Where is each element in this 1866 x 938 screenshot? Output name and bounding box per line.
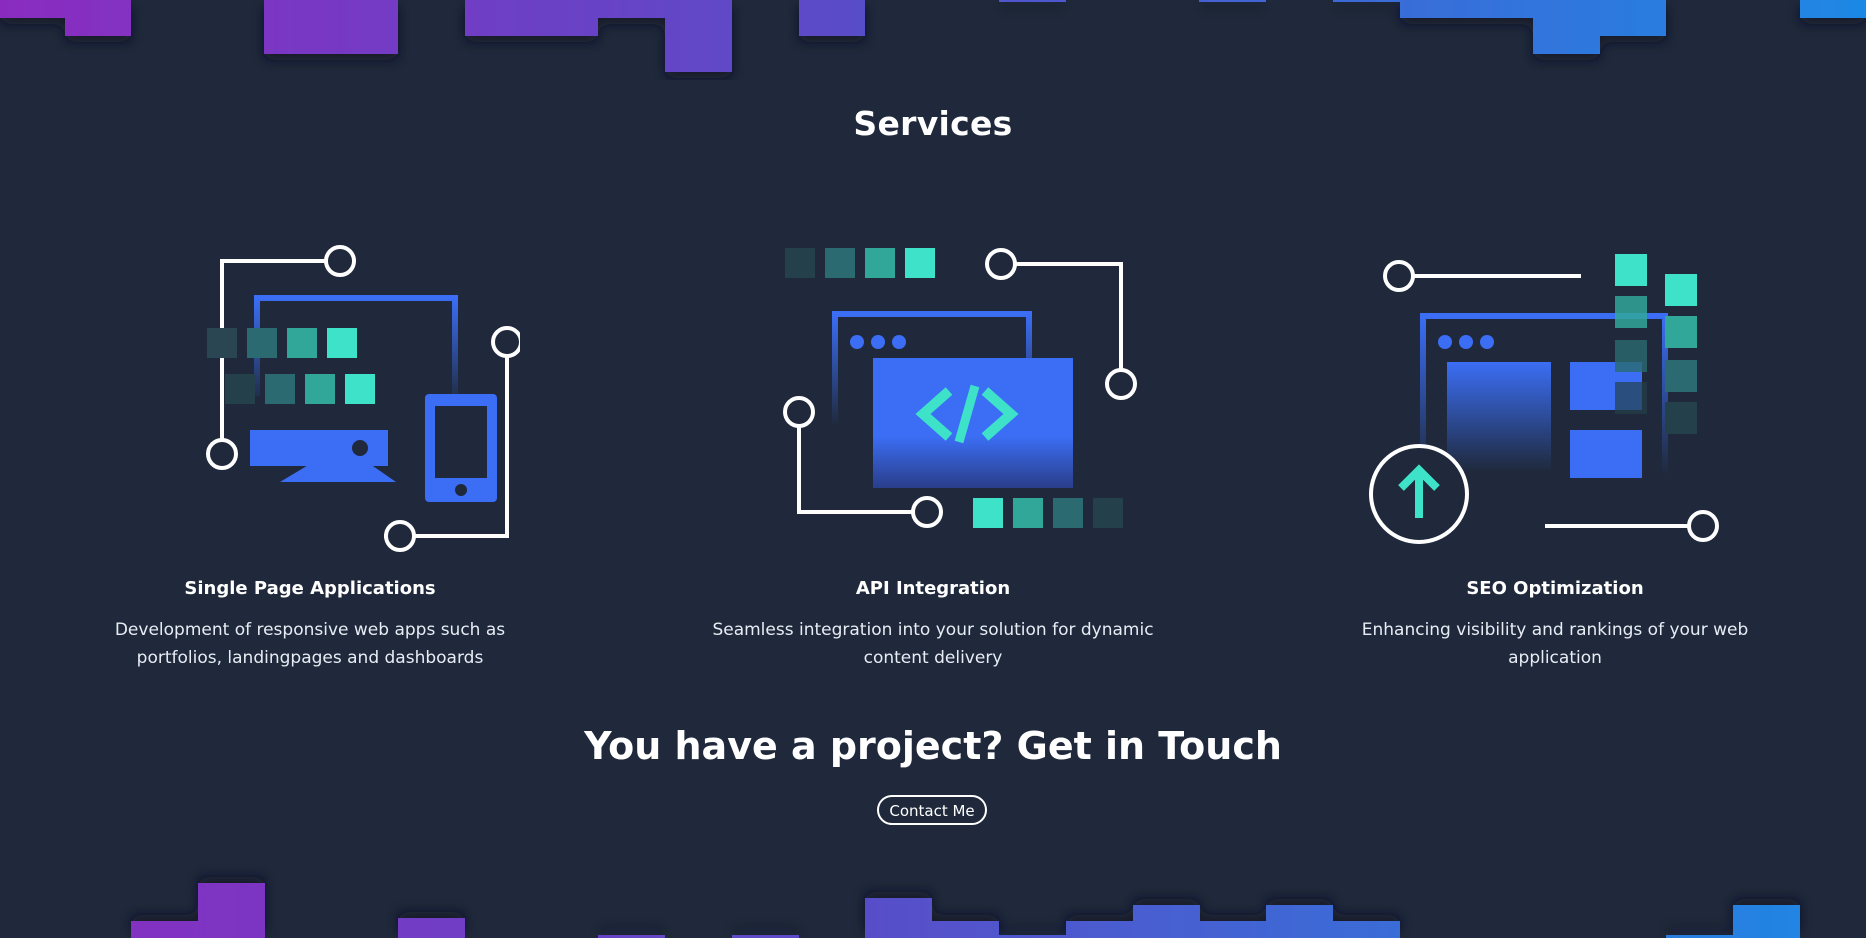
top-pixel-decoration <box>0 0 1866 80</box>
service-card-seo: SEO Optimization Enhancing visibility an… <box>1275 236 1835 668</box>
bottom-pixel-decoration <box>0 858 1866 938</box>
service-card-spa: Single Page Applications Development of … <box>30 236 590 668</box>
service-title: Single Page Applications <box>184 578 436 599</box>
page: Services Single Page Applications Develo… <box>0 0 1866 938</box>
service-description: Development of responsive web apps such … <box>114 620 506 668</box>
spa-devices-illustration <box>206 245 520 552</box>
api-code-illustration <box>783 248 1137 528</box>
service-title: SEO Optimization <box>1466 578 1644 599</box>
service-card-api: API Integration Seamless integration int… <box>653 236 1213 668</box>
contact-me-button[interactable]: Contact Me <box>877 795 987 825</box>
service-description: Enhancing visibility and rankings of you… <box>1361 620 1749 668</box>
seo-upload-illustration <box>1369 254 1719 544</box>
service-description: Seamless integration into your solution … <box>712 620 1154 668</box>
cta-title: You have a project? Get in Touch <box>584 724 1282 768</box>
service-title: API Integration <box>855 578 1011 599</box>
section-title: Services <box>853 104 1013 143</box>
